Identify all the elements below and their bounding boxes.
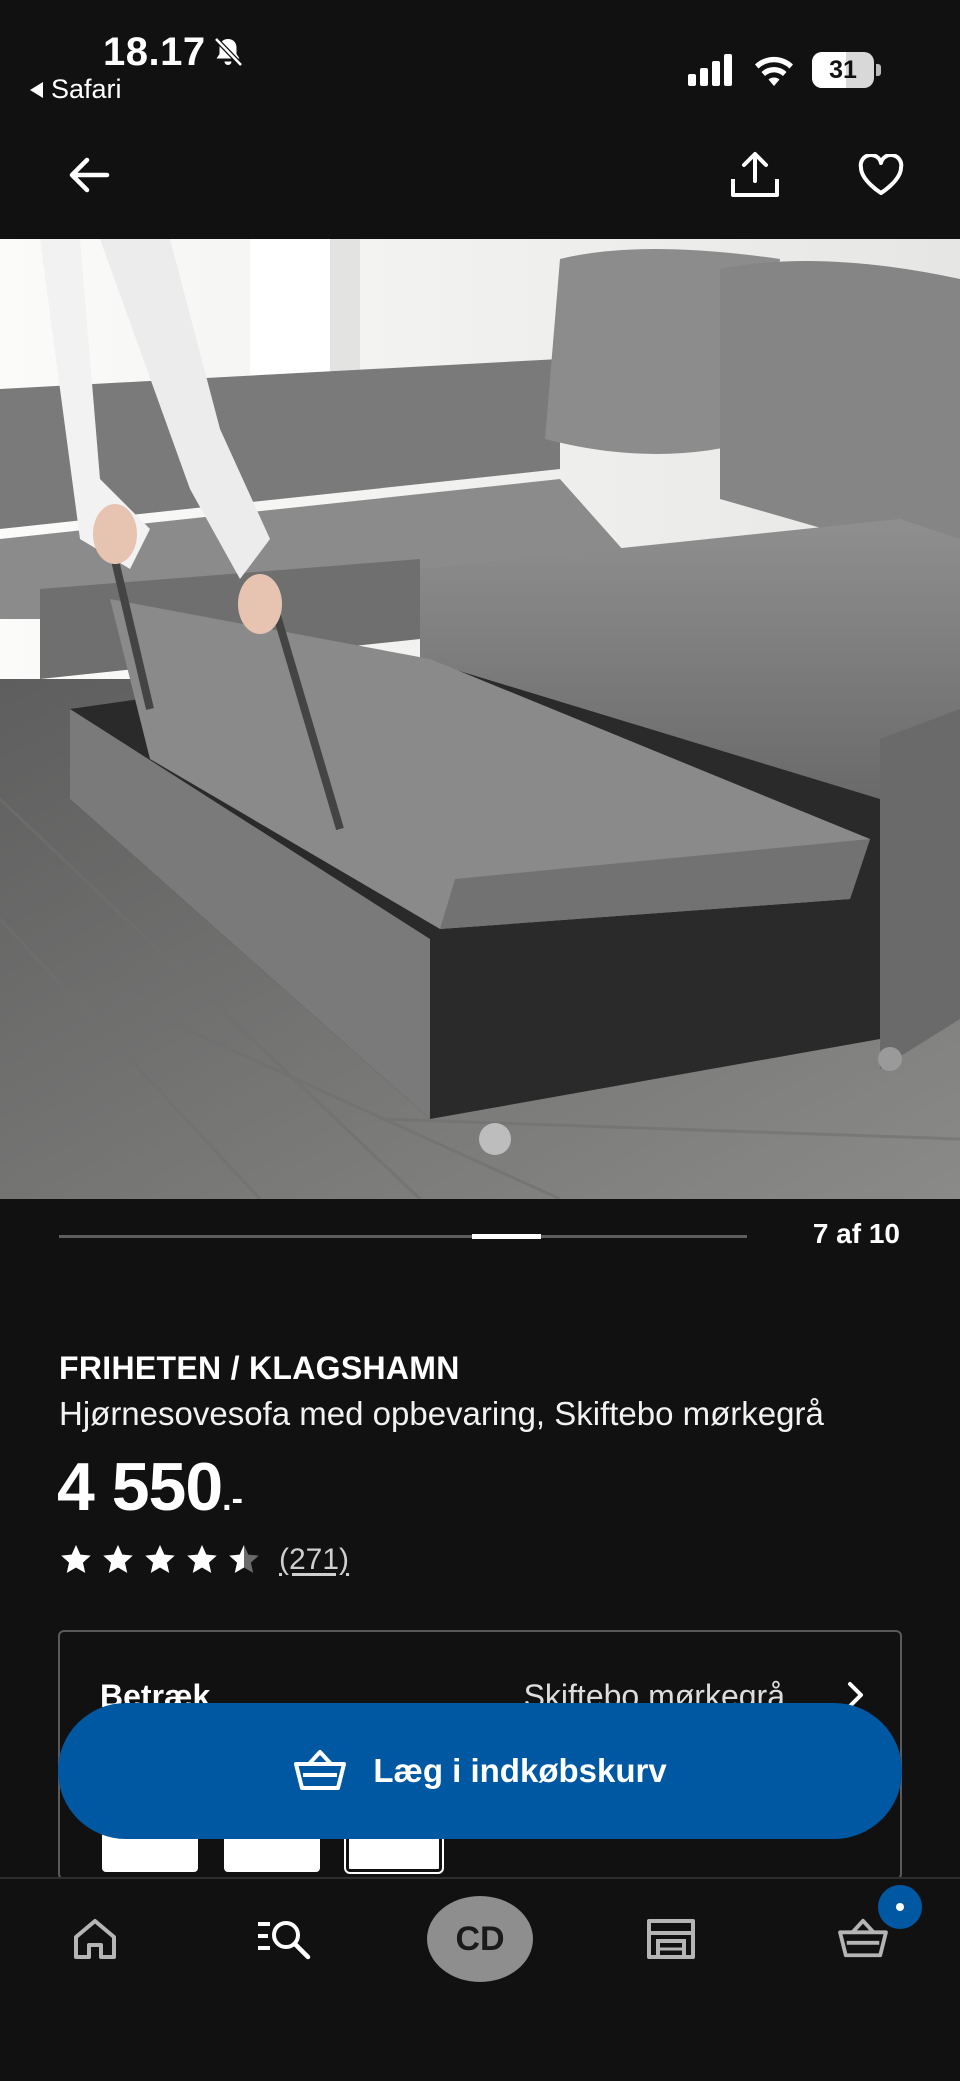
price-amount: 4 550 bbox=[57, 1449, 223, 1525]
app-header bbox=[0, 140, 960, 240]
status-time: 18.17 bbox=[103, 30, 206, 74]
product-name: FRIHETEN / KLAGSHAMN bbox=[59, 1350, 460, 1386]
home-icon bbox=[74, 1919, 116, 1959]
share-button[interactable] bbox=[720, 140, 790, 210]
bottom-navigation: CD bbox=[0, 1877, 960, 2081]
nav-profile[interactable]: CD bbox=[425, 1879, 535, 1999]
product-image[interactable] bbox=[0, 239, 960, 1199]
back-app-label: Safari bbox=[51, 74, 122, 104]
add-to-cart-button[interactable]: Læg i indkøbskurv bbox=[58, 1703, 902, 1839]
favorite-button[interactable] bbox=[846, 140, 916, 210]
cart-badge bbox=[878, 1885, 922, 1929]
rating-stars bbox=[59, 1543, 261, 1577]
product-description: Hjørnesovesofa med opbevaring, Skiftebo … bbox=[59, 1395, 824, 1432]
image-carousel-indicator: 7 af 10 bbox=[0, 1200, 960, 1275]
avatar: CD bbox=[427, 1896, 533, 1982]
sofa-bed-photo bbox=[0, 239, 960, 1199]
review-count-link[interactable]: (271) bbox=[279, 1543, 349, 1577]
arrow-left-icon bbox=[69, 157, 110, 193]
carousel-track bbox=[59, 1234, 747, 1239]
search-list-icon bbox=[258, 1921, 311, 1960]
star-icon bbox=[103, 1545, 133, 1573]
heart-icon bbox=[858, 154, 904, 195]
cellular-signal-icon bbox=[688, 54, 732, 86]
nav-store[interactable] bbox=[616, 1879, 726, 1999]
nav-home[interactable] bbox=[40, 1879, 150, 1999]
wifi-icon bbox=[755, 56, 793, 86]
back-to-app-link[interactable]: Safari bbox=[30, 74, 122, 105]
add-to-cart-label: Læg i indkøbskurv bbox=[373, 1752, 667, 1789]
image-counter: 7 af 10 bbox=[812, 1218, 900, 1249]
back-triangle-icon bbox=[30, 81, 43, 98]
store-icon bbox=[647, 1919, 695, 1959]
battery-indicator: 31 bbox=[812, 52, 881, 88]
star-icon bbox=[229, 1545, 259, 1573]
product-price: 4 550.- bbox=[57, 1448, 243, 1526]
basket-icon bbox=[294, 1750, 347, 1790]
status-bar: 18.17 Safari 31 bbox=[0, 0, 960, 110]
product-rating[interactable]: (271) bbox=[59, 1540, 349, 1580]
star-icon bbox=[187, 1545, 217, 1573]
carousel-position bbox=[471, 1234, 541, 1239]
back-button[interactable] bbox=[54, 140, 124, 210]
price-suffix: .- bbox=[222, 1480, 243, 1518]
share-icon bbox=[731, 152, 779, 197]
star-icon bbox=[145, 1545, 175, 1573]
nav-search[interactable] bbox=[230, 1879, 340, 1999]
basket-icon bbox=[838, 1918, 888, 1958]
battery-level: 31 bbox=[829, 56, 857, 84]
bell-off-icon bbox=[214, 37, 243, 67]
star-icon bbox=[61, 1545, 91, 1573]
